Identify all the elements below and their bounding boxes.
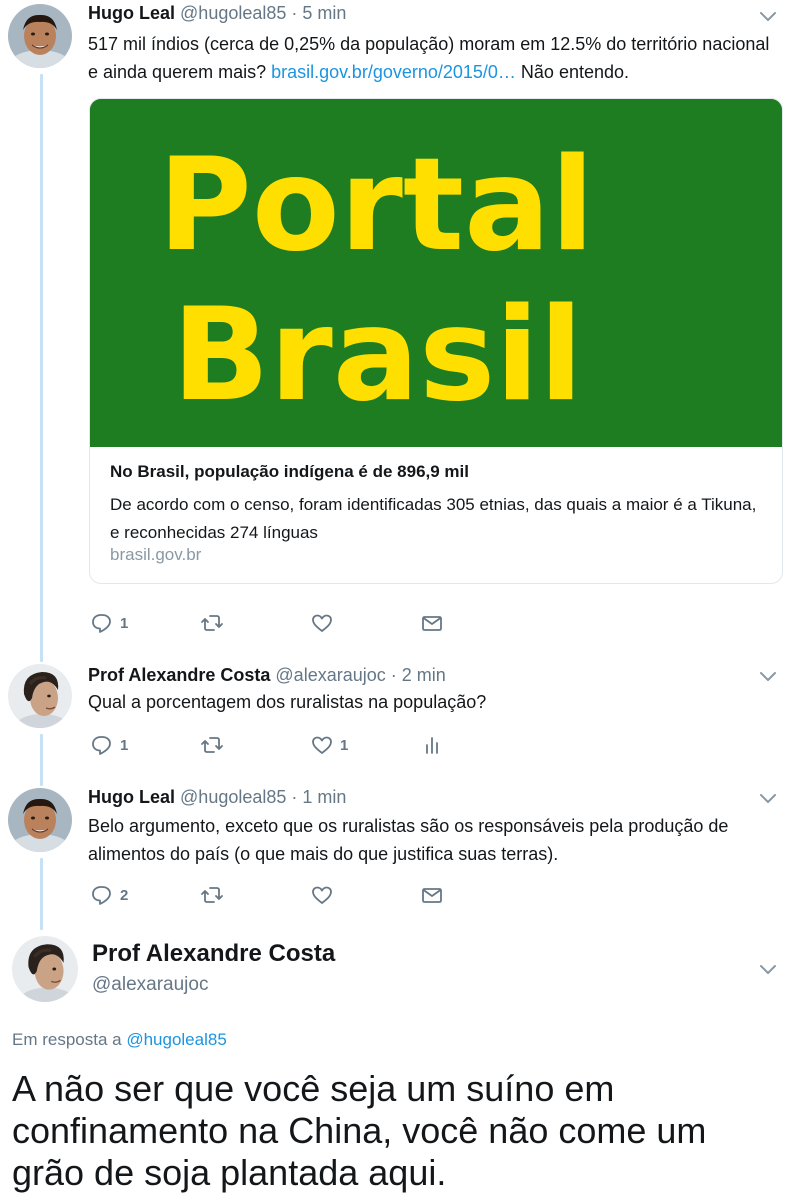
chevron-down-icon[interactable]	[758, 670, 778, 684]
reply-prefix: Em resposta a	[12, 1030, 127, 1049]
main-author-name[interactable]: Prof Alexandre Costa	[92, 940, 335, 968]
timestamp[interactable]: 1 min	[302, 787, 346, 807]
timestamp[interactable]: 5 min	[302, 3, 346, 23]
card-domain: brasil.gov.br	[110, 545, 202, 564]
retweet-button[interactable]	[200, 610, 224, 636]
tweet-text-part: Não entendo.	[515, 62, 630, 82]
avatar[interactable]	[12, 936, 78, 1002]
avatar[interactable]	[8, 4, 72, 68]
tweet-alexandre-costa-1[interactable]: Prof Alexandre Costa @alexaraujoc · 2 mi…	[0, 664, 788, 764]
main-tweet-text: A não ser que você seja um suíno em conf…	[12, 1068, 707, 1193]
direct-message-button[interactable]	[420, 610, 444, 636]
like-button[interactable]: 1	[310, 732, 348, 758]
retweet-button[interactable]	[200, 732, 224, 758]
reply-mention-link[interactable]: @hugoleal85	[126, 1030, 226, 1049]
logo-line-2: Brasil	[172, 281, 583, 430]
reply-button[interactable]: 1	[90, 610, 128, 636]
direct-message-button[interactable]	[420, 882, 444, 908]
author-handle[interactable]: @alexaraujoc	[275, 665, 385, 685]
like-button[interactable]	[310, 882, 334, 908]
main-author-handle[interactable]: @alexaraujoc	[92, 974, 208, 996]
reply-context: Em resposta a @hugoleal85	[12, 1030, 227, 1050]
like-icon	[312, 614, 332, 632]
card-image[interactable]: Portal Brasil	[90, 99, 782, 447]
direct-message-icon	[422, 888, 442, 903]
retweet-icon	[201, 737, 223, 753]
card-description: De acordo com o censo, foram identificad…	[110, 495, 757, 542]
retweet-button[interactable]	[200, 882, 224, 908]
reply-button[interactable]: 2	[90, 882, 128, 908]
tweet-text: 517 mil índios (cerca de 0,25% da popula…	[88, 30, 778, 86]
tweet-hugo-leal-2[interactable]: Hugo Leal @hugoleal85 · 1 min Belo argum…	[0, 786, 788, 916]
like-button[interactable]	[310, 610, 334, 636]
analytics-icon	[426, 737, 438, 754]
chevron-down-icon[interactable]	[758, 10, 778, 24]
reply-icon	[92, 736, 111, 755]
author-handle[interactable]: @hugoleal85	[180, 787, 286, 807]
author-name[interactable]: Hugo Leal	[88, 3, 175, 23]
chevron-down-icon[interactable]	[758, 963, 778, 977]
logo-line-1: Portal	[158, 131, 594, 280]
author-handle[interactable]: @hugoleal85	[180, 3, 286, 23]
tweet-link[interactable]: brasil.gov.br/governo/2015/0…	[271, 62, 516, 82]
chevron-down-icon[interactable]	[758, 792, 778, 806]
direct-message-icon	[422, 616, 442, 631]
tweet-hugo-leal-1[interactable]: Hugo Leal @hugoleal85 · 5 min 517 mil ín…	[0, 2, 788, 642]
tweet-header: Prof Alexandre Costa @alexaraujoc · 2 mi…	[88, 664, 446, 686]
separator: ·	[390, 665, 397, 685]
separator: ·	[291, 787, 298, 807]
analytics-button[interactable]	[420, 732, 444, 758]
timestamp[interactable]: 2 min	[402, 665, 446, 685]
reply-button[interactable]: 1	[90, 732, 128, 758]
card-title[interactable]: No Brasil, população indígena é de 896,9…	[110, 462, 469, 482]
avatar[interactable]	[8, 664, 72, 728]
like-icon	[312, 736, 332, 754]
tweet-text: Belo argumento, exceto que os ruralistas…	[88, 816, 729, 864]
separator: ·	[291, 3, 298, 23]
reply-icon	[92, 886, 111, 905]
reply-count: 1	[120, 736, 129, 754]
reply-count: 2	[120, 886, 129, 904]
author-name[interactable]: Prof Alexandre Costa	[88, 665, 270, 685]
retweet-icon	[201, 615, 223, 631]
tweet-header: Hugo Leal @hugoleal85 · 5 min	[88, 2, 346, 24]
reply-count: 1	[120, 614, 129, 632]
avatar[interactable]	[8, 788, 72, 852]
like-icon	[312, 886, 332, 904]
reply-icon	[92, 614, 111, 633]
portal-brasil-logo: Portal Brasil	[90, 99, 782, 447]
tweet-text: Qual a porcentagem dos ruralistas na pop…	[88, 692, 487, 712]
retweet-icon	[201, 887, 223, 903]
like-count: 1	[340, 736, 349, 754]
link-preview-card[interactable]: Portal Brasil No Brasil, população indíg…	[89, 98, 783, 584]
tweet-header: Hugo Leal @hugoleal85 · 1 min	[88, 786, 346, 808]
author-name[interactable]: Hugo Leal	[88, 787, 175, 807]
